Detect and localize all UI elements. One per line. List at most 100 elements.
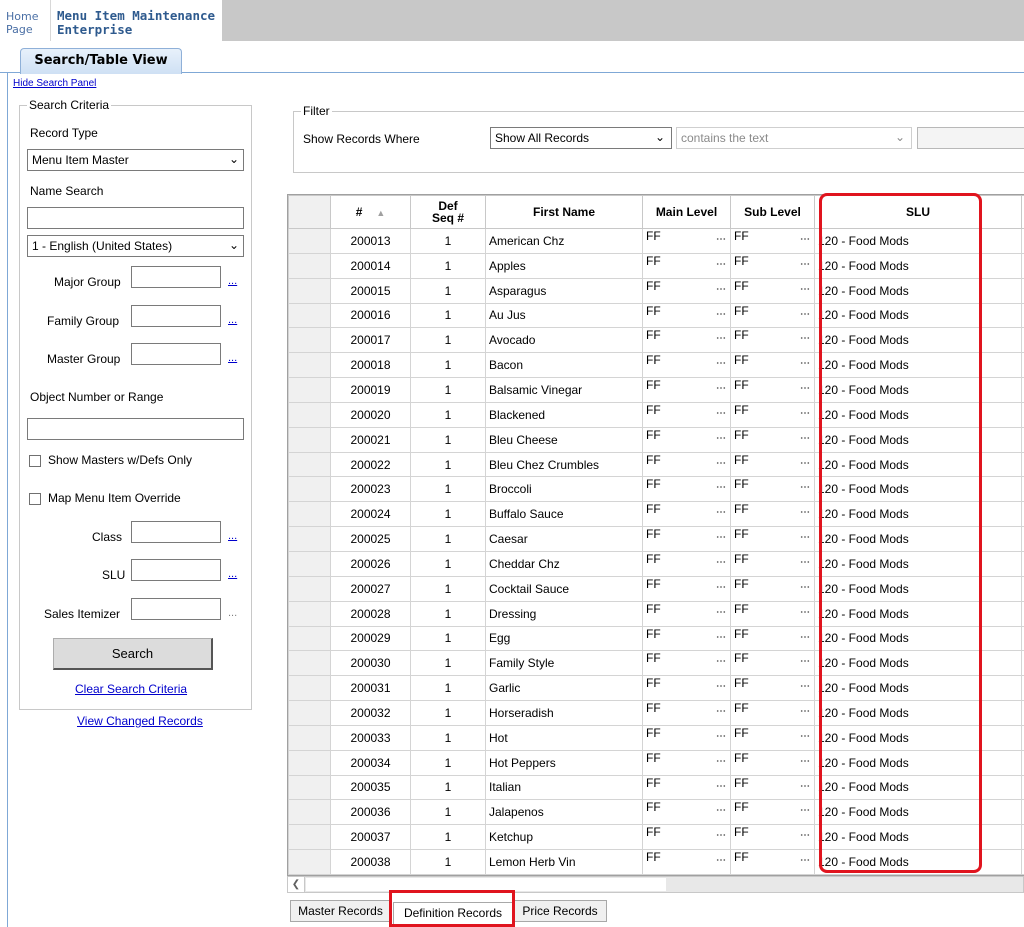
cell-def-seq[interactable]: 1 bbox=[410, 724, 486, 751]
more-icon[interactable]: ⋯ bbox=[716, 706, 726, 717]
cell-def-seq[interactable]: 1 bbox=[410, 352, 486, 379]
cell-slu[interactable]: 120 - Food Mods bbox=[814, 799, 1022, 826]
cell-main-level[interactable]: FF ⋯ bbox=[642, 550, 731, 577]
column-header-slu[interactable]: SLU bbox=[814, 195, 1022, 229]
cell-number[interactable]: 200036 bbox=[330, 799, 411, 826]
cell-slu[interactable]: 120 - Food Mods bbox=[814, 724, 1022, 751]
more-icon[interactable]: ⋯ bbox=[716, 855, 726, 866]
cell-first-name[interactable]: Blackened bbox=[485, 401, 643, 428]
table-row[interactable]: 200024 1 Buffalo Sauce FF ⋯ FF ⋯ 120 - Food Mod… bbox=[288, 501, 1024, 528]
record-type-select[interactable]: Menu Item Master ⌄ bbox=[27, 149, 244, 171]
more-icon[interactable]: ⋯ bbox=[716, 731, 726, 742]
column-header-first-name[interactable]: First Name bbox=[485, 195, 643, 229]
cell-def-seq[interactable]: 1 bbox=[410, 377, 486, 403]
cell-def-seq[interactable]: 1 bbox=[410, 252, 486, 279]
more-icon[interactable]: ⋯ bbox=[716, 781, 726, 792]
cell-number[interactable]: 200019 bbox=[330, 377, 411, 403]
cell-def-seq[interactable]: 1 bbox=[410, 526, 486, 552]
cell-number[interactable]: 200020 bbox=[330, 401, 411, 428]
cell-first-name[interactable]: Garlic bbox=[485, 675, 643, 702]
row-selector[interactable] bbox=[288, 625, 331, 652]
home-page-link[interactable]: Home Page bbox=[0, 0, 50, 41]
object-number-input[interactable] bbox=[27, 418, 244, 440]
cell-slu[interactable]: 120 - Food Mods bbox=[814, 352, 1022, 379]
cell-sub-level[interactable]: FF ⋯ bbox=[730, 451, 815, 478]
cell-first-name[interactable]: Balsamic Vinegar bbox=[485, 377, 643, 403]
table-row[interactable]: 2000371KetchupFF⋯FF⋯120 - Food Mods⋯ bbox=[288, 824, 1024, 851]
row-selector[interactable] bbox=[288, 600, 331, 627]
table-row[interactable]: 2000351ItalianFF⋯FF⋯120 - Food Mods⋯ bbox=[288, 774, 1024, 801]
slu-input[interactable] bbox=[131, 559, 221, 581]
row-selector[interactable] bbox=[288, 749, 331, 776]
cell-def-seq[interactable]: 1 bbox=[410, 849, 486, 875]
cell-slu[interactable]: 120 - Food Mods bbox=[814, 451, 1022, 478]
cell-main-level[interactable]: FF ⋯ bbox=[642, 824, 731, 851]
more-icon[interactable]: ⋯ bbox=[800, 706, 810, 717]
cell-number[interactable]: 200014 bbox=[330, 252, 411, 279]
scroll-left-arrow-icon[interactable]: ❮ bbox=[288, 877, 305, 892]
more-icon[interactable]: ⋯ bbox=[800, 309, 810, 320]
cell-main-level[interactable]: FF ⋯ bbox=[642, 575, 731, 602]
cell-number[interactable]: 200029 bbox=[330, 625, 411, 652]
more-icon[interactable]: ⋯ bbox=[716, 830, 726, 841]
cell-main-level[interactable]: FF ⋯ bbox=[642, 302, 731, 329]
search-button[interactable]: Search bbox=[53, 638, 213, 670]
cell-first-name[interactable]: Bacon bbox=[485, 352, 643, 379]
more-icon[interactable]: ⋯ bbox=[800, 284, 810, 295]
column-header-number[interactable]: # ▲ bbox=[330, 195, 411, 229]
cell-sub-level[interactable]: FF ⋯ bbox=[730, 302, 815, 329]
table-row[interactable]: 200027 1 Cocktail Sauce FF ⋯ FF ⋯ 120 - Food Mo… bbox=[288, 575, 1024, 602]
clear-search-criteria-link[interactable]: Clear Search Criteria bbox=[75, 682, 187, 696]
cell-sub-level[interactable]: FF ⋯ bbox=[730, 550, 815, 577]
cell-sub-level[interactable]: FF ⋯ bbox=[730, 252, 815, 279]
cell-slu[interactable]: 120 - Food Mods bbox=[814, 401, 1022, 428]
cell-main-level[interactable]: FF ⋯ bbox=[642, 700, 731, 726]
table-row[interactable]: 2000311GarlicFF⋯FF⋯120 - Food Mods⋯ bbox=[288, 675, 1024, 702]
more-icon[interactable]: ⋯ bbox=[716, 805, 726, 816]
cell-first-name[interactable]: Bleu Chez Crumbles bbox=[485, 451, 643, 478]
cell-number[interactable]: 200027 bbox=[330, 575, 411, 602]
cell-slu[interactable]: 120 - Food Mods bbox=[814, 749, 1022, 776]
cell-slu[interactable]: 120 - Food Mods bbox=[814, 700, 1022, 726]
cell-def-seq[interactable]: 1 bbox=[410, 824, 486, 851]
table-row[interactable]: 2000251CaesarFF⋯FF⋯120 - Food Mods⋯ bbox=[288, 526, 1024, 552]
cell-first-name[interactable]: Ketchup bbox=[485, 824, 643, 851]
cell-sub-level[interactable]: FF ⋯ bbox=[730, 327, 815, 354]
cell-number[interactable]: 200016 bbox=[330, 302, 411, 329]
cell-main-level[interactable]: FF ⋯ bbox=[642, 501, 731, 528]
more-icon[interactable]: ⋯ bbox=[716, 358, 726, 369]
table-row[interactable]: 2000361JalapenosFF⋯FF⋯120 - Food Mods⋯ bbox=[288, 799, 1024, 826]
cell-main-level[interactable]: FF ⋯ bbox=[642, 650, 731, 677]
more-icon[interactable]: ⋯ bbox=[716, 507, 726, 518]
cell-sub-level[interactable]: FF ⋯ bbox=[730, 650, 815, 677]
more-icon[interactable]: ⋯ bbox=[716, 607, 726, 618]
cell-main-level[interactable]: FF ⋯ bbox=[642, 451, 731, 478]
cell-slu[interactable]: 120 - Food Mods bbox=[814, 476, 1022, 503]
cell-number[interactable]: 200015 bbox=[330, 277, 411, 304]
more-icon[interactable]: ⋯ bbox=[716, 458, 726, 469]
cell-first-name[interactable]: Buffalo Sauce bbox=[485, 501, 643, 528]
more-icon[interactable]: ⋯ bbox=[716, 756, 726, 767]
cell-def-seq[interactable]: 1 bbox=[410, 550, 486, 577]
row-selector[interactable] bbox=[288, 675, 331, 702]
cell-first-name[interactable]: Dressing bbox=[485, 600, 643, 627]
tab-definition-records[interactable]: Definition Records bbox=[393, 902, 513, 924]
cell-number[interactable]: 200024 bbox=[330, 501, 411, 528]
more-icon[interactable]: ⋯ bbox=[716, 532, 726, 543]
cell-number[interactable]: 200023 bbox=[330, 476, 411, 503]
cell-sub-level[interactable]: FF ⋯ bbox=[730, 277, 815, 304]
cell-sub-level[interactable]: FF ⋯ bbox=[730, 600, 815, 627]
cell-number[interactable]: 200031 bbox=[330, 675, 411, 702]
cell-sub-level[interactable]: FF ⋯ bbox=[730, 352, 815, 379]
cell-first-name[interactable]: Horseradish bbox=[485, 700, 643, 726]
cell-number[interactable]: 200013 bbox=[330, 228, 411, 254]
more-icon[interactable]: ⋯ bbox=[716, 656, 726, 667]
cell-sub-level[interactable]: FF ⋯ bbox=[730, 426, 815, 453]
more-icon[interactable]: ⋯ bbox=[716, 284, 726, 295]
cell-first-name[interactable]: Egg bbox=[485, 625, 643, 652]
cell-main-level[interactable]: FF ⋯ bbox=[642, 749, 731, 776]
table-row[interactable]: 2000201BlackenedFF⋯FF⋯120 - Food Mods⋯ bbox=[288, 401, 1024, 428]
sales-itemizer-input[interactable] bbox=[131, 598, 221, 620]
tab-search-table-view[interactable]: Search/Table View bbox=[20, 48, 182, 74]
cell-def-seq[interactable]: 1 bbox=[410, 700, 486, 726]
